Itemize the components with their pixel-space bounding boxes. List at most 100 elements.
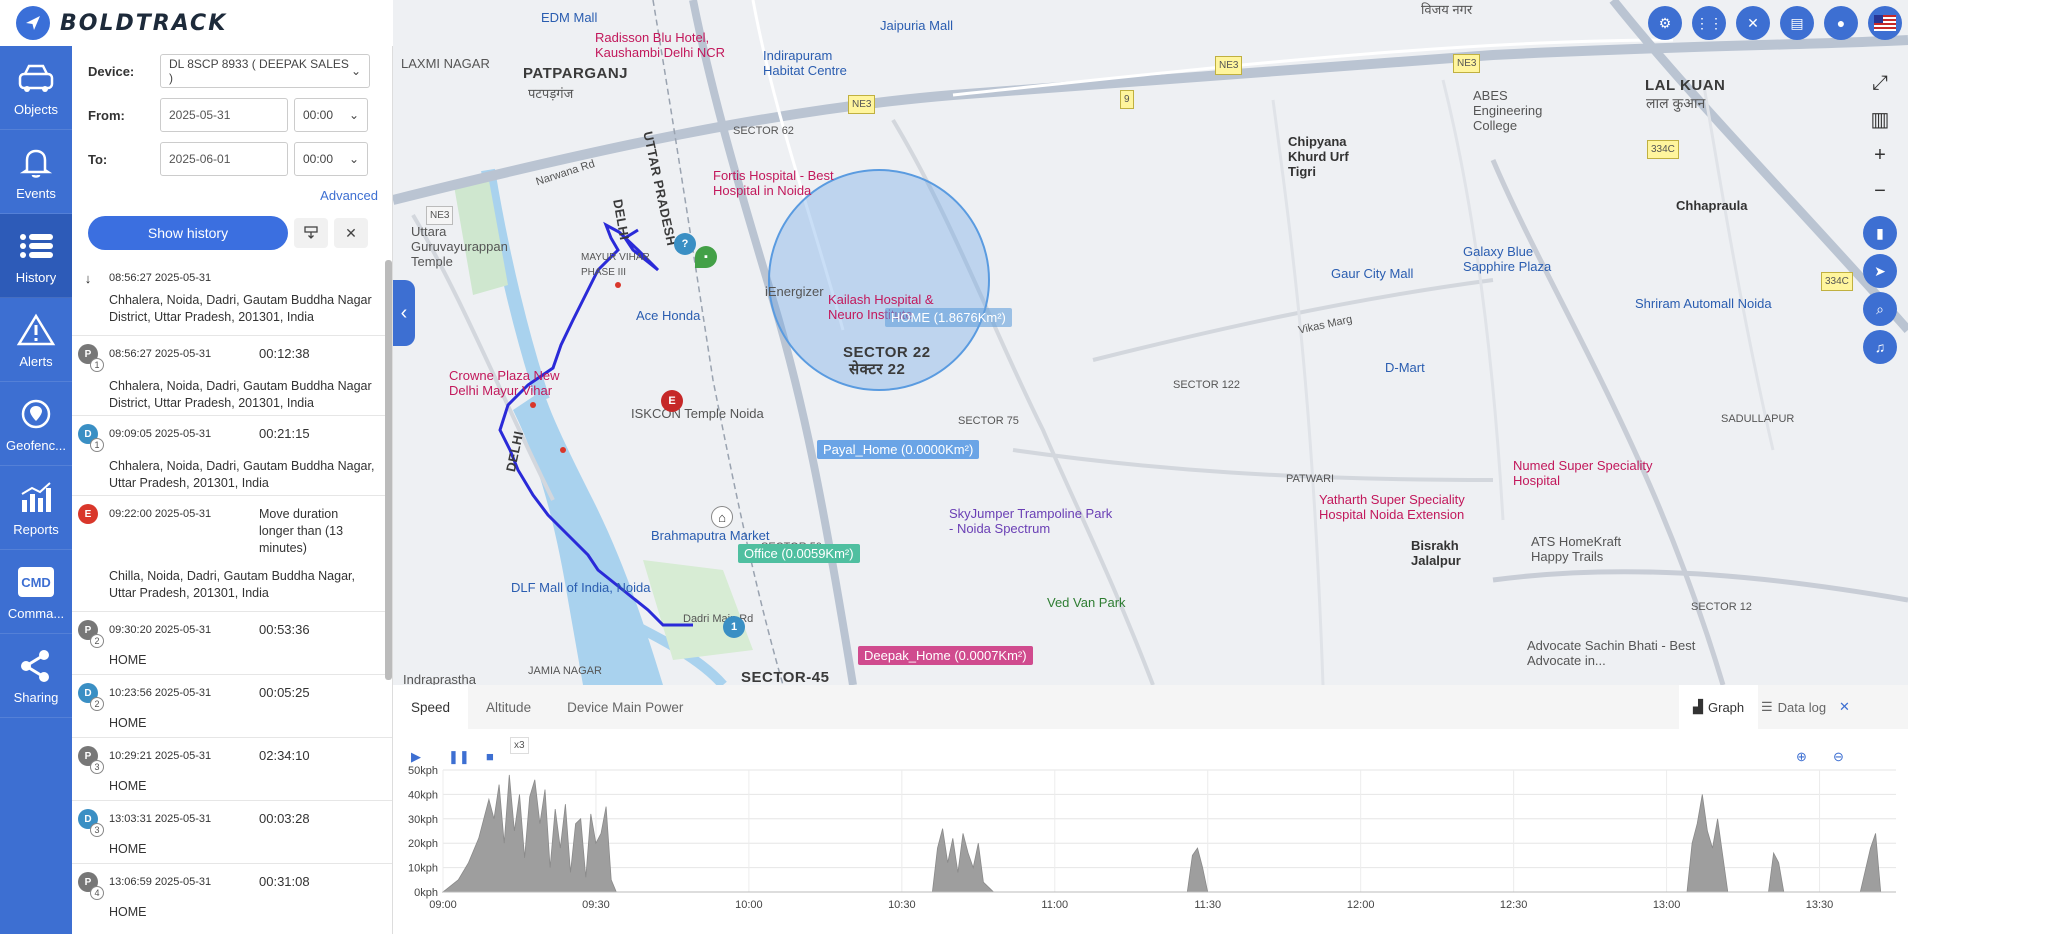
collapse-panel-button[interactable]: ‹ — [393, 280, 415, 346]
list-item[interactable]: D 1 09:09:05 2025-05-31 00:21:15 Chhaler… — [72, 416, 392, 496]
list-item[interactable]: ↓ 08:56:27 2025-05-31 Chhalera, Noida, D… — [72, 260, 392, 336]
zone-label-deepak[interactable]: Deepak_Home (0.0007Km²) — [858, 646, 1033, 665]
place-label: Radisson Blu Hotel, Kaushambi Delhi NCR — [595, 30, 726, 60]
nav-commands[interactable]: CMD Comma... — [0, 550, 72, 634]
nav-events[interactable]: Events — [0, 130, 72, 214]
fullscreen-button[interactable]: ⤢ — [1863, 66, 1897, 100]
zone-label-home[interactable]: HOME (1.8676Km²) — [885, 308, 1012, 327]
to-time-value: 00:00 — [303, 152, 334, 166]
nav-objects[interactable]: Objects — [0, 46, 72, 130]
navigate-button[interactable]: ➤ — [1863, 254, 1897, 288]
item-address: Chilla, Noida, Dadri, Gautam Buddha Naga… — [109, 569, 355, 600]
map-tools: ⤢ ▥ + − ▮ ➤ ⌕ ♫ — [1863, 66, 1897, 364]
zone-label-office[interactable]: Office (0.0059Km²) — [738, 544, 860, 563]
to-date-input[interactable]: 2025-06-01 — [160, 142, 288, 176]
clear-button[interactable]: ✕ — [334, 218, 368, 248]
item-address: Chhalera, Noida, Dadri, Gautam Buddha Na… — [109, 459, 375, 490]
area-label: लाल कुआन — [1646, 95, 1706, 111]
item-time: 09:30:20 2025-05-31 — [109, 624, 212, 636]
list-item[interactable]: D 3 13:03:31 2025-05-31 00:03:28 HOME — [72, 801, 392, 864]
place-label: Ace Honda — [636, 308, 701, 323]
zone-label-payal[interactable]: Payal_Home (0.0000Km²) — [817, 440, 980, 459]
list-item[interactable]: P 2 09:30:20 2025-05-31 00:53:36 HOME — [72, 612, 392, 675]
place-label: Numed Super Speciality Hospital — [1513, 458, 1653, 488]
bell-icon: ♫ — [1874, 339, 1886, 355]
map-icon: ▥ — [1870, 108, 1890, 131]
item-index: 1 — [90, 438, 104, 452]
from-time-value: 00:00 — [303, 108, 334, 122]
place-label: Indirapuram Habitat Centre — [763, 48, 847, 78]
traffic-button[interactable]: ▮ — [1863, 216, 1897, 250]
place-label: D-Mart — [1385, 360, 1425, 375]
nav-sharing[interactable]: Sharing — [0, 634, 72, 718]
to-row: To: 2025-06-01 00:00 ⌄ — [88, 142, 368, 176]
show-history-button[interactable]: Show history — [88, 216, 288, 250]
area-label: पटपड़गंज — [528, 86, 574, 101]
speed-chart[interactable]: 0kph 10kph 20kph 30kph 40kph 50kph 09:00 09:30 1… — [393, 754, 1908, 934]
zoom-in-button[interactable]: + — [1863, 138, 1897, 172]
item-time: 08:56:27 2025-05-31 — [109, 348, 212, 360]
apps-button[interactable]: ⋮⋮ — [1692, 6, 1726, 40]
place-label: Gaur City Mall — [1331, 266, 1414, 281]
place-label: Uttara Guruvayurappan Temple — [411, 224, 508, 269]
area-label: LAL KUAN — [1645, 77, 1726, 94]
place-label: Ved Van Park — [1047, 595, 1126, 610]
tab-speed[interactable]: Speed — [393, 685, 469, 729]
x-tick-label: 11:30 — [1194, 899, 1221, 911]
history-panel: Device: DL 8SCP 8933 ( DEEPAK SALES ) ⌄ … — [72, 46, 393, 934]
event-pin[interactable]: E — [661, 390, 683, 412]
from-row: From: 2025-05-31 00:00 ⌄ — [88, 98, 368, 132]
list-item[interactable]: D 2 10:23:56 2025-05-31 00:05:25 HOME — [72, 675, 392, 738]
list-item[interactable]: P 3 10:29:21 2025-05-31 02:34:10 HOME — [72, 738, 392, 801]
area-label: LAXMI NAGAR — [401, 56, 490, 71]
search-place-button[interactable]: ⌕ — [1863, 292, 1897, 326]
alerts-map-button[interactable]: ♫ — [1863, 330, 1897, 364]
tab-device-main-power[interactable]: Device Main Power — [549, 685, 701, 729]
start-flag-icon[interactable]: ▪ — [695, 246, 717, 268]
page-margin — [1908, 0, 2048, 934]
device-select[interactable]: DL 8SCP 8933 ( DEEPAK SALES ) ⌄ — [160, 54, 370, 88]
item-index: 3 — [90, 823, 104, 837]
search-icon: ⌕ — [1876, 300, 1884, 317]
nav-alerts[interactable]: Alerts — [0, 298, 72, 382]
map-view[interactable]: LAXMI NAGAR PATPARGANJ पटपड़गंज विजय नगर… — [393, 0, 1908, 685]
tools-icon: ✕ — [1747, 14, 1759, 31]
settings-button[interactable]: ⚙ — [1648, 6, 1682, 40]
close-graph-button[interactable]: ✕ — [1825, 685, 1864, 729]
language-button[interactable] — [1868, 6, 1902, 40]
item-time: 09:22:00 2025-05-31 — [109, 508, 212, 520]
x-tick-label: 13:00 — [1653, 899, 1681, 911]
list-scrollbar[interactable] — [385, 260, 392, 680]
tab-altitude[interactable]: Altitude — [468, 685, 549, 729]
to-time-select[interactable]: 00:00 ⌄ — [294, 142, 368, 176]
list-item[interactable]: E 09:22:00 2025-05-31 Move duration long… — [72, 496, 392, 612]
export-button[interactable] — [294, 218, 328, 248]
cmd-icon: CMD — [14, 562, 58, 602]
map-layers-button[interactable]: ▥ — [1863, 102, 1897, 136]
messages-button[interactable]: ▤ — [1780, 6, 1814, 40]
list-item[interactable]: P 1 08:56:27 2025-05-31 00:12:38 Chhaler… — [72, 336, 392, 416]
account-button[interactable]: ● — [1824, 6, 1858, 40]
from-time-select[interactable]: 00:00 ⌄ — [294, 98, 368, 132]
place-label: Bisrakh Jalalpur — [1411, 538, 1461, 568]
route-pin[interactable]: ? — [674, 233, 696, 255]
zoom-out-button[interactable]: − — [1863, 174, 1897, 208]
bank-icon[interactable]: ⌂ — [711, 506, 733, 528]
speed-area-series[interactable] — [441, 774, 1896, 893]
item-time: 10:29:21 2025-05-31 — [109, 750, 212, 762]
advanced-link[interactable]: Advanced — [320, 188, 378, 203]
nav-reports[interactable]: Reports — [0, 466, 72, 550]
tools-button[interactable]: ✕ — [1736, 6, 1770, 40]
item-index: 4 — [90, 886, 104, 900]
x-tick-label: 11:00 — [1041, 899, 1068, 911]
drive-pin[interactable]: 1 — [723, 616, 745, 638]
list-item[interactable]: P 4 13:06:59 2025-05-31 00:31:08 HOME — [72, 864, 392, 927]
from-date-input[interactable]: 2025-05-31 — [160, 98, 288, 132]
nav-geofences[interactable]: Geofenc... — [0, 382, 72, 466]
place-label: EDM Mall — [541, 10, 598, 25]
item-duration: 00:03:28 — [259, 811, 310, 826]
playback-speed-select[interactable]: x3 — [510, 737, 529, 754]
nav-history[interactable]: History — [0, 214, 72, 298]
nav-label: Sharing — [13, 690, 59, 705]
highway-shield: NE3 — [848, 95, 876, 114]
